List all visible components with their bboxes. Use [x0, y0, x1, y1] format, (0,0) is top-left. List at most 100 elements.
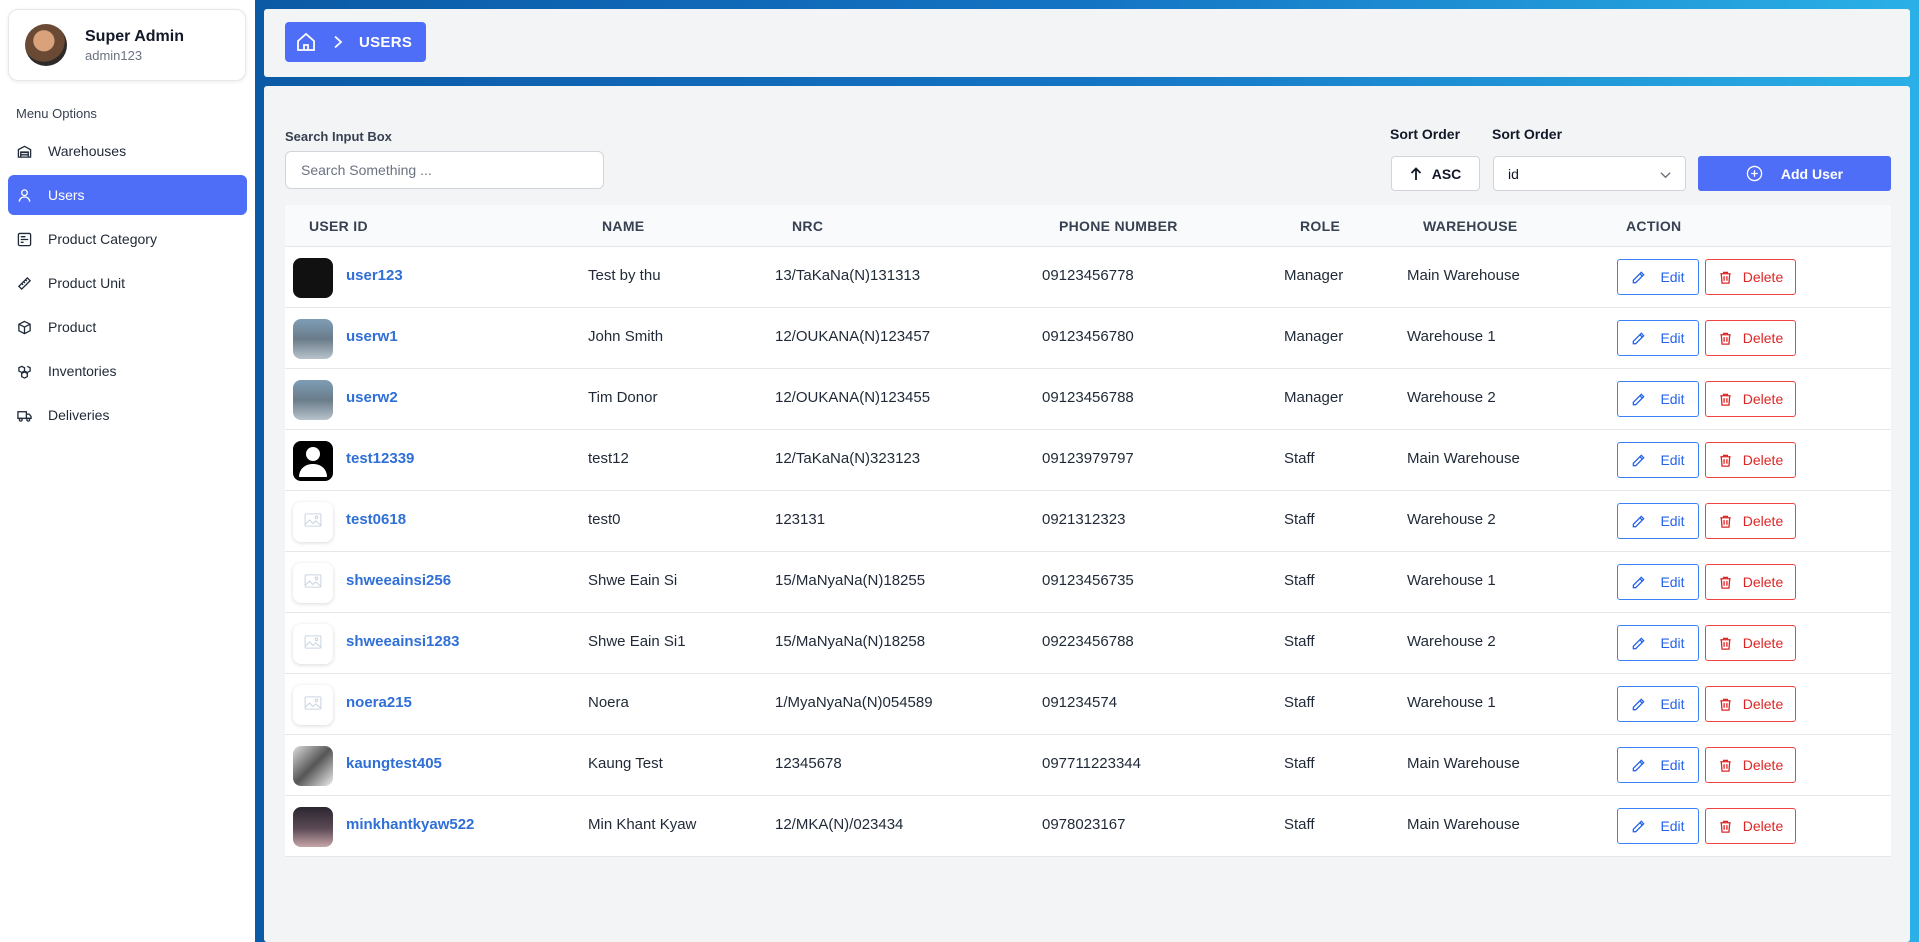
delete-label: Delete: [1742, 696, 1784, 712]
edit-label: Edit: [1660, 330, 1685, 346]
user-id-link[interactable]: test0618: [346, 511, 406, 528]
pencil-icon: [1631, 819, 1646, 834]
user-id-link[interactable]: user123: [346, 267, 403, 284]
delete-button[interactable]: Delete: [1705, 808, 1796, 844]
delete-button[interactable]: Delete: [1705, 747, 1796, 783]
sort-field-select[interactable]: id: [1493, 156, 1686, 191]
search-input[interactable]: [285, 151, 604, 189]
home-icon[interactable]: [295, 31, 317, 53]
edit-label: Edit: [1660, 574, 1685, 590]
user-id-link[interactable]: userw2: [346, 389, 398, 406]
sidebar-item-product-unit[interactable]: Product Unit: [8, 263, 247, 303]
avatar: [293, 807, 333, 847]
edit-button[interactable]: Edit: [1617, 625, 1699, 661]
edit-button[interactable]: Edit: [1617, 320, 1699, 356]
table-row: noera215 Noera 1/MyaNyaNa(N)054589 09123457…: [285, 674, 1891, 735]
edit-button[interactable]: Edit: [1617, 259, 1699, 295]
edit-button[interactable]: Edit: [1617, 442, 1699, 478]
profile-name: Super Admin: [85, 27, 184, 45]
header-nrc[interactable]: NRC: [792, 218, 823, 234]
user-nrc: 12/TaKaNa(N)323123: [775, 450, 921, 467]
sidebar-item-inventories[interactable]: Inventories: [8, 351, 247, 391]
sidebar-item-warehouses[interactable]: Warehouses: [8, 131, 247, 171]
header-user-id[interactable]: USER ID: [309, 218, 368, 234]
trash-icon: [1718, 392, 1733, 407]
user-id-link[interactable]: kaungtest405: [346, 755, 442, 772]
delete-label: Delete: [1742, 452, 1784, 468]
header-name[interactable]: NAME: [602, 218, 644, 234]
trash-icon: [1718, 819, 1733, 834]
sidebar-item-product-category[interactable]: Product Category: [8, 219, 247, 259]
delete-button[interactable]: Delete: [1705, 320, 1796, 356]
delete-button[interactable]: Delete: [1705, 686, 1796, 722]
header-warehouse[interactable]: WAREHOUSE: [1423, 218, 1518, 234]
add-user-label: Add User: [1780, 165, 1844, 182]
avatar: [293, 624, 333, 664]
breadcrumb: USERS: [285, 22, 427, 62]
user-id-link[interactable]: test12339: [346, 450, 414, 467]
delete-button[interactable]: Delete: [1705, 564, 1796, 600]
edit-button[interactable]: Edit: [1617, 381, 1699, 417]
table-row: shweeainsi256 Shwe Eain Si 15/MaNyaNa(N)18…: [285, 552, 1891, 613]
sort-direction-button[interactable]: ASC: [1391, 156, 1480, 191]
user-role: Staff: [1284, 816, 1315, 833]
user-id-link[interactable]: userw1: [346, 328, 398, 345]
edit-label: Edit: [1660, 391, 1685, 407]
user-role: Staff: [1284, 633, 1315, 650]
user-warehouse: Main Warehouse: [1407, 267, 1520, 284]
delete-label: Delete: [1742, 330, 1784, 346]
sidebar-item-label: Product: [48, 319, 97, 335]
user-phone: 091234574: [1042, 694, 1118, 711]
trash-icon: [1718, 514, 1733, 529]
user-nrc: 12/MKA(N)/023434: [775, 816, 904, 833]
sidebar-item-users[interactable]: Users: [8, 175, 247, 215]
edit-button[interactable]: Edit: [1617, 503, 1699, 539]
edit-button[interactable]: Edit: [1617, 747, 1699, 783]
profile-card[interactable]: Super Admin admin123: [8, 9, 246, 81]
header-phone[interactable]: PHONE NUMBER: [1059, 218, 1178, 234]
sidebar-item-product[interactable]: Product: [8, 307, 247, 347]
user-name: Shwe Eain Si1: [588, 633, 686, 650]
user-id-link[interactable]: shweeainsi256: [346, 572, 451, 589]
delete-button[interactable]: Delete: [1705, 381, 1796, 417]
edit-button[interactable]: Edit: [1617, 808, 1699, 844]
user-role: Manager: [1284, 267, 1344, 284]
image-placeholder-icon: [304, 696, 322, 714]
menu-title: Menu Options: [16, 106, 97, 121]
delete-button[interactable]: Delete: [1705, 259, 1796, 295]
user-warehouse: Main Warehouse: [1407, 450, 1520, 467]
sort-field-label: Sort Order: [1492, 126, 1563, 142]
user-id-link[interactable]: minkhantkyaw522: [346, 816, 474, 833]
user-name: John Smith: [588, 328, 664, 345]
user-id-link[interactable]: noera215: [346, 694, 412, 711]
avatar: [293, 502, 333, 542]
header-role[interactable]: ROLE: [1300, 218, 1340, 234]
user-phone: 097711223344: [1042, 755, 1141, 772]
add-user-button[interactable]: Add User: [1698, 156, 1891, 191]
person-icon: [293, 441, 333, 481]
delete-label: Delete: [1742, 574, 1784, 590]
avatar: [293, 380, 333, 420]
delete-button[interactable]: Delete: [1705, 503, 1796, 539]
avatar: [25, 24, 67, 66]
users-table: USER ID NAME NRC PHONE NUMBER ROLE WAREH…: [285, 205, 1891, 857]
edit-label: Edit: [1660, 513, 1685, 529]
user-name: test0: [588, 511, 621, 528]
edit-button[interactable]: Edit: [1617, 564, 1699, 600]
delete-button[interactable]: Delete: [1705, 625, 1796, 661]
header-action: ACTION: [1626, 218, 1682, 234]
user-warehouse: Warehouse 2: [1407, 633, 1496, 650]
delete-button[interactable]: Delete: [1705, 442, 1796, 478]
avatar: [293, 746, 333, 786]
table-row: user123 Test by thu 13/TaKaNa(N)131313 0912…: [285, 247, 1891, 308]
plus-circle-icon: [1746, 165, 1763, 182]
user-id-link[interactable]: shweeainsi1283: [346, 633, 459, 650]
sidebar-item-deliveries[interactable]: Deliveries: [8, 395, 247, 435]
edit-button[interactable]: Edit: [1617, 686, 1699, 722]
edit-label: Edit: [1660, 452, 1685, 468]
delete-label: Delete: [1742, 391, 1784, 407]
user-name: Tim Donor: [588, 389, 658, 406]
user-role: Staff: [1284, 450, 1315, 467]
table-header: USER ID NAME NRC PHONE NUMBER ROLE WAREH…: [285, 205, 1891, 247]
user-icon: [16, 187, 32, 203]
